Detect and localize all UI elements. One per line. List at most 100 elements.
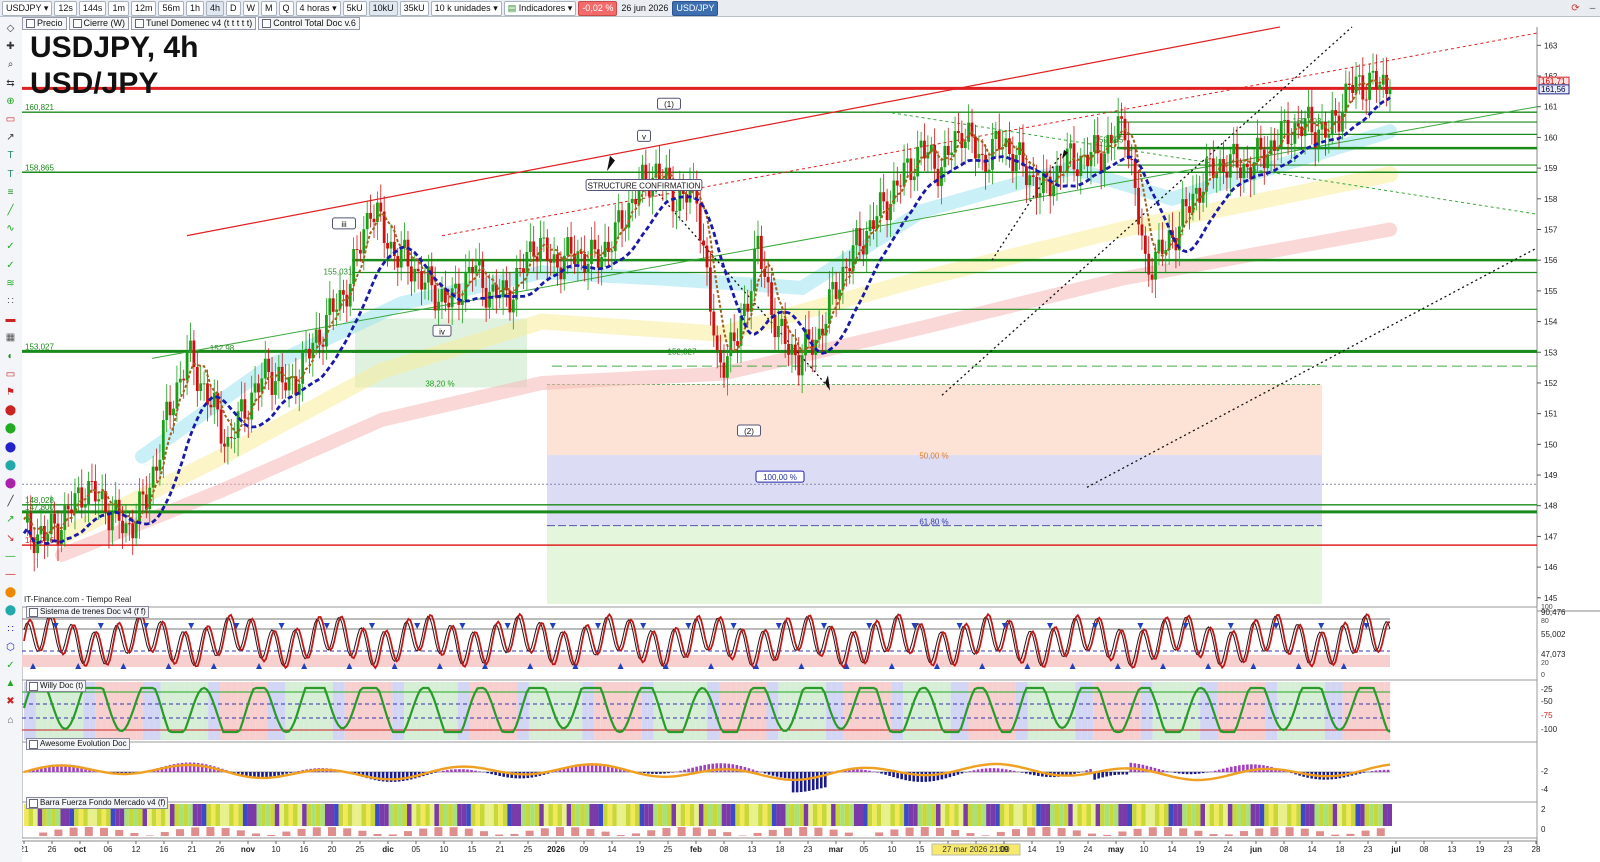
- price-chart[interactable]: 1631621611601591581571561551541531521511…: [22, 17, 1600, 862]
- strength-pressure-bar: [1209, 834, 1218, 836]
- rectangle-icon[interactable]: ▭: [4, 114, 17, 126]
- grid-icon[interactable]: ∷: [4, 296, 17, 308]
- panel-label-awesome[interactable]: Awesome Evolution Doc: [26, 738, 130, 750]
- time-tick-label: 19: [636, 845, 645, 854]
- arrow-down-icon[interactable]: ↘: [4, 533, 17, 545]
- willy-bar: [1206, 682, 1212, 740]
- willy-bar: [843, 682, 850, 740]
- period-selector[interactable]: 4 horas ▾: [295, 0, 341, 16]
- half-circle-icon[interactable]: ◐: [4, 351, 17, 363]
- hline-alt-icon[interactable]: —: [4, 569, 17, 581]
- strength-bar: [470, 804, 476, 826]
- legend-checkbox[interactable]: [262, 19, 272, 28]
- size-5ku[interactable]: 5kU: [342, 0, 367, 16]
- strength-bar: [480, 804, 485, 826]
- strength-pressure-bar: [328, 827, 336, 836]
- candle-body: [532, 241, 536, 257]
- dot-purple-icon[interactable]: ⬤: [4, 478, 17, 490]
- dot-orange-icon[interactable]: ⬤: [4, 587, 17, 599]
- check-alt-icon[interactable]: ✓: [4, 260, 17, 272]
- timeframe-144s[interactable]: 144s: [78, 0, 107, 16]
- pan-icon[interactable]: ⇆: [4, 78, 17, 90]
- legend-item[interactable]: Control Total Doc v.6: [258, 17, 360, 30]
- timeframe-12s[interactable]: 12s: [54, 0, 77, 16]
- strength-bar: [876, 804, 882, 826]
- candle-body: [328, 298, 332, 315]
- panel-label-willy[interactable]: Willy Doc (t): [26, 680, 87, 692]
- units-selector[interactable]: 10 k unidades ▾: [430, 0, 502, 16]
- table-icon[interactable]: ▦: [4, 332, 17, 344]
- size-35ku[interactable]: 35kU: [399, 0, 429, 16]
- legend-item[interactable]: Cierre (W): [68, 17, 130, 30]
- candle-body: [1181, 199, 1185, 227]
- bar-icon[interactable]: ▬: [4, 314, 17, 326]
- candle-body: [1075, 169, 1079, 177]
- flag-icon[interactable]: ⚑: [4, 387, 17, 399]
- dot-cyan-icon[interactable]: ⬤: [4, 460, 17, 472]
- refresh-icon[interactable]: ⟳: [1568, 2, 1583, 15]
- panel-label-strength[interactable]: Barra Fuerza Fondo Mercado v4 (f): [26, 797, 169, 809]
- line-icon[interactable]: ╱: [4, 205, 17, 217]
- awesome-bar: [1238, 765, 1241, 772]
- home-icon[interactable]: ⌂: [4, 715, 17, 727]
- trendline-icon[interactable]: ↗: [4, 132, 17, 144]
- hline-icon[interactable]: —: [4, 551, 17, 563]
- awesome-bar: [968, 771, 972, 772]
- legend-checkbox[interactable]: [26, 19, 35, 28]
- strength-bar: [548, 804, 553, 826]
- delete-icon[interactable]: ✖: [4, 696, 17, 708]
- legend-item[interactable]: Precio: [22, 17, 67, 30]
- dot-green-icon[interactable]: ⬤: [4, 423, 17, 435]
- fib-icon[interactable]: ≡: [4, 187, 17, 199]
- hex-icon[interactable]: ⬡: [4, 642, 17, 654]
- size-10ku[interactable]: 10kU: [368, 0, 398, 16]
- symbol-selector[interactable]: USDJPY ▾: [2, 0, 53, 16]
- timeframe-12m[interactable]: 12m: [130, 0, 157, 16]
- add-icon[interactable]: ⊕: [4, 96, 17, 108]
- timeframe-1h[interactable]: 1h: [185, 0, 204, 16]
- strength-bar: [963, 804, 968, 826]
- triangle-icon[interactable]: ▲: [4, 678, 17, 690]
- ray-icon[interactable]: ╱: [4, 496, 17, 508]
- channel-icon[interactable]: ≋: [4, 278, 17, 290]
- timeframe-1m[interactable]: 1m: [108, 0, 129, 16]
- price-tick-label: 145: [1544, 594, 1558, 603]
- wave-icon[interactable]: ∿: [4, 223, 17, 235]
- panel-label-trains[interactable]: Sistema de trenes Doc v4 (f f): [26, 606, 149, 618]
- candle-body: [1327, 135, 1331, 138]
- dot-blue-icon[interactable]: ⬤: [4, 442, 17, 454]
- candle-body: [634, 198, 638, 205]
- willy-bar: [641, 682, 648, 740]
- time-tick-label: 09: [1000, 845, 1009, 854]
- crosshair-icon[interactable]: ✚: [4, 41, 17, 53]
- candle-body: [831, 282, 835, 290]
- indicators-button[interactable]: ▤ Indicadores ▾: [503, 0, 577, 16]
- timeframe-w[interactable]: W: [242, 0, 260, 16]
- willy-bar: [315, 682, 321, 740]
- arrow-up-icon[interactable]: ↗: [4, 514, 17, 526]
- minimize-icon[interactable]: –: [1585, 2, 1600, 15]
- dot-teal-icon[interactable]: ⬤: [4, 605, 17, 617]
- dots-icon[interactable]: ∷: [4, 624, 17, 636]
- text-icon[interactable]: T: [4, 150, 17, 162]
- box-icon[interactable]: ▭: [4, 369, 17, 381]
- timeframe-m[interactable]: M: [261, 0, 277, 16]
- cursor-icon[interactable]: ◇: [4, 23, 17, 35]
- text-alt-icon[interactable]: T: [4, 169, 17, 181]
- legend-item[interactable]: Tunel Domenec v4 (t t t t t): [131, 17, 257, 30]
- candle-body: [1388, 88, 1392, 95]
- tick-icon[interactable]: ✓: [4, 660, 17, 672]
- zoom-icon[interactable]: ⌕: [4, 59, 17, 71]
- timeframe-d[interactable]: D: [226, 0, 241, 16]
- timeframe-4h[interactable]: 4h: [206, 0, 225, 16]
- strength-pressure-bar: [343, 828, 352, 836]
- strength-bar: [1314, 804, 1320, 826]
- legend-checkbox[interactable]: [72, 19, 82, 28]
- timeframe-56m[interactable]: 56m: [158, 0, 184, 16]
- candle-body: [257, 383, 260, 393]
- legend-checkbox[interactable]: [135, 19, 145, 28]
- strength-bar: [197, 804, 202, 826]
- dot-red-icon[interactable]: ⬤: [4, 405, 17, 417]
- timeframe-q[interactable]: Q: [278, 0, 294, 16]
- check-icon[interactable]: ✓: [4, 241, 17, 253]
